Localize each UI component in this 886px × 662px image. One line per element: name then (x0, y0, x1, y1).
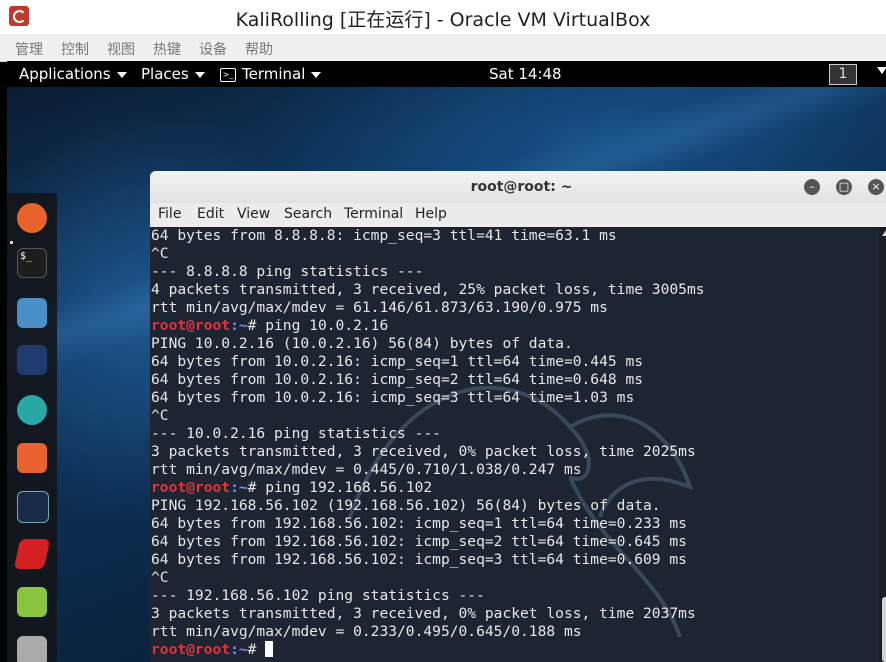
scrollbar-thumb[interactable] (882, 597, 886, 662)
host-menu-hotkeys[interactable]: 热键 (153, 39, 181, 59)
chevron-down-icon (311, 71, 322, 78)
terminal-menubar: File Edit View Search Terminal Help (150, 203, 886, 227)
prompt-line: root@root:~# ping 10.0.2.16 (151, 317, 388, 335)
firefox-icon[interactable] (17, 203, 47, 233)
output-line: 3 packets transmitted, 3 received, 0% pa… (151, 443, 696, 460)
minimize-icon[interactable]: – (804, 179, 820, 195)
host-menu-control[interactable]: 控制 (61, 39, 89, 59)
metasploit-icon[interactable] (17, 345, 47, 375)
burpsuite-icon[interactable] (17, 443, 47, 473)
prompt-line: root@root:~# ping 192.168.56.102 (151, 479, 432, 497)
menu-view[interactable]: View (237, 206, 270, 222)
guest-desktop: Applications Places >_ Terminal Sat 14:48… (7, 61, 886, 662)
prompt-user: root@root (151, 641, 231, 658)
armitage-icon[interactable] (17, 395, 47, 425)
active-app-dot (10, 241, 13, 244)
host-titlebar: KaliRolling [正在运行] - Oracle VM VirtualBo… (0, 0, 886, 34)
close-icon[interactable]: × (868, 179, 884, 195)
output-line: 3 packets transmitted, 3 received, 0% pa… (151, 605, 696, 622)
prompt-symbol: # (247, 317, 266, 334)
command-text: ping 192.168.56.102 (265, 479, 433, 496)
host-menu-manage[interactable]: 管理 (15, 39, 43, 59)
chevron-down-icon (116, 71, 127, 78)
prompt-path: :~ (230, 641, 248, 658)
menu-search[interactable]: Search (284, 206, 332, 222)
prompt-symbol: # (247, 641, 266, 658)
clock[interactable]: Sat 14:48 (489, 65, 562, 83)
output-line: ^C (151, 569, 169, 586)
terminal-icon[interactable]: $_ (17, 248, 47, 278)
output-line: 64 bytes from 10.0.2.16: icmp_seq=3 ttl=… (151, 389, 635, 406)
places-label: Places (141, 65, 189, 83)
prompt-user: root@root (151, 479, 231, 496)
output-line: rtt min/avg/max/mdev = 0.233/0.495/0.645… (151, 623, 582, 640)
command-text: ping 10.0.2.16 (265, 317, 389, 334)
terminal-output[interactable]: 64 bytes from 8.8.8.8: icmp_seq=3 ttl=41… (150, 227, 886, 662)
output-line: 64 bytes from 10.0.2.16: icmp_seq=2 ttl=… (151, 371, 644, 388)
text-cursor (265, 641, 274, 657)
output-line: --- 10.0.2.16 ping statistics --- (151, 425, 441, 442)
places-menu[interactable]: Places (141, 65, 205, 83)
output-line: 64 bytes from 10.0.2.16: icmp_seq=1 ttl=… (151, 353, 644, 370)
files-icon[interactable] (17, 298, 47, 328)
host-menu-devices[interactable]: 设备 (199, 39, 227, 59)
leafpad-icon[interactable] (17, 587, 47, 617)
system-menu-arrow-icon[interactable] (877, 67, 886, 74)
applications-menu[interactable]: Applications (19, 65, 127, 83)
prompt-user: root@root (151, 317, 231, 334)
terminal-app-menu[interactable]: >_ Terminal (220, 65, 322, 83)
scroll-up-icon[interactable] (882, 230, 886, 236)
menu-help[interactable]: Help (415, 206, 447, 222)
prompt-path: :~ (230, 479, 248, 496)
output-line: 4 packets transmitted, 3 received, 25% p… (151, 281, 705, 298)
chevron-down-icon (194, 71, 205, 78)
output-line: --- 8.8.8.8 ping statistics --- (151, 263, 424, 280)
host-menu-help[interactable]: 帮助 (245, 39, 273, 59)
dock: $_ (7, 193, 57, 662)
applications-label: Applications (19, 65, 111, 83)
gnome-top-bar: Applications Places >_ Terminal Sat 14:48… (7, 61, 886, 87)
workspace-indicator[interactable]: 1 (829, 64, 857, 85)
host-menubar: 管理 控制 视图 热键 设备 帮助 (0, 34, 886, 62)
menu-file[interactable]: File (158, 206, 181, 222)
terminal-titlebar[interactable]: root@root: ~ – □ × (150, 171, 886, 203)
output-line: --- 192.168.56.102 ping statistics --- (151, 587, 485, 604)
output-line: PING 10.0.2.16 (10.0.2.16) 56(84) bytes … (151, 335, 573, 352)
terminal-title: root@root: ~ (470, 179, 573, 195)
beef-icon[interactable] (17, 491, 49, 523)
menu-edit[interactable]: Edit (197, 206, 224, 222)
host-menu-view[interactable]: 视图 (107, 39, 135, 59)
output-line: PING 192.168.56.102 (192.168.56.102) 56(… (151, 497, 661, 514)
terminal-app-label: Terminal (242, 65, 306, 83)
output-line: rtt min/avg/max/mdev = 0.445/0.710/1.038… (151, 461, 582, 478)
output-line: 64 bytes from 192.168.56.102: icmp_seq=1… (151, 515, 687, 532)
output-line: 64 bytes from 192.168.56.102: icmp_seq=2… (151, 533, 687, 550)
prompt-path: :~ (230, 317, 248, 334)
output-line: 64 bytes from 192.168.56.102: icmp_seq=3… (151, 551, 687, 568)
terminal-small-icon: >_ (220, 67, 236, 82)
output-line: ^C (151, 407, 169, 424)
prompt-line: root@root:~# (151, 641, 274, 659)
prompt-symbol: # (247, 479, 266, 496)
output-line: ^C (151, 245, 169, 262)
terminal-window: root@root: ~ – □ × File Edit View Search… (150, 171, 886, 662)
output-line: rtt min/avg/max/mdev = 61.146/61.873/63.… (151, 299, 608, 316)
faraday-icon[interactable] (13, 539, 51, 569)
host-window-title: KaliRolling [正在运行] - Oracle VM VirtualBo… (235, 9, 651, 31)
terminal-scrollbar[interactable] (879, 227, 886, 662)
menu-terminal[interactable]: Terminal (344, 206, 403, 222)
calculator-icon[interactable] (17, 636, 47, 662)
maximize-icon[interactable]: □ (836, 179, 852, 195)
output-line: 64 bytes from 8.8.8.8: icmp_seq=3 ttl=41… (151, 227, 617, 244)
